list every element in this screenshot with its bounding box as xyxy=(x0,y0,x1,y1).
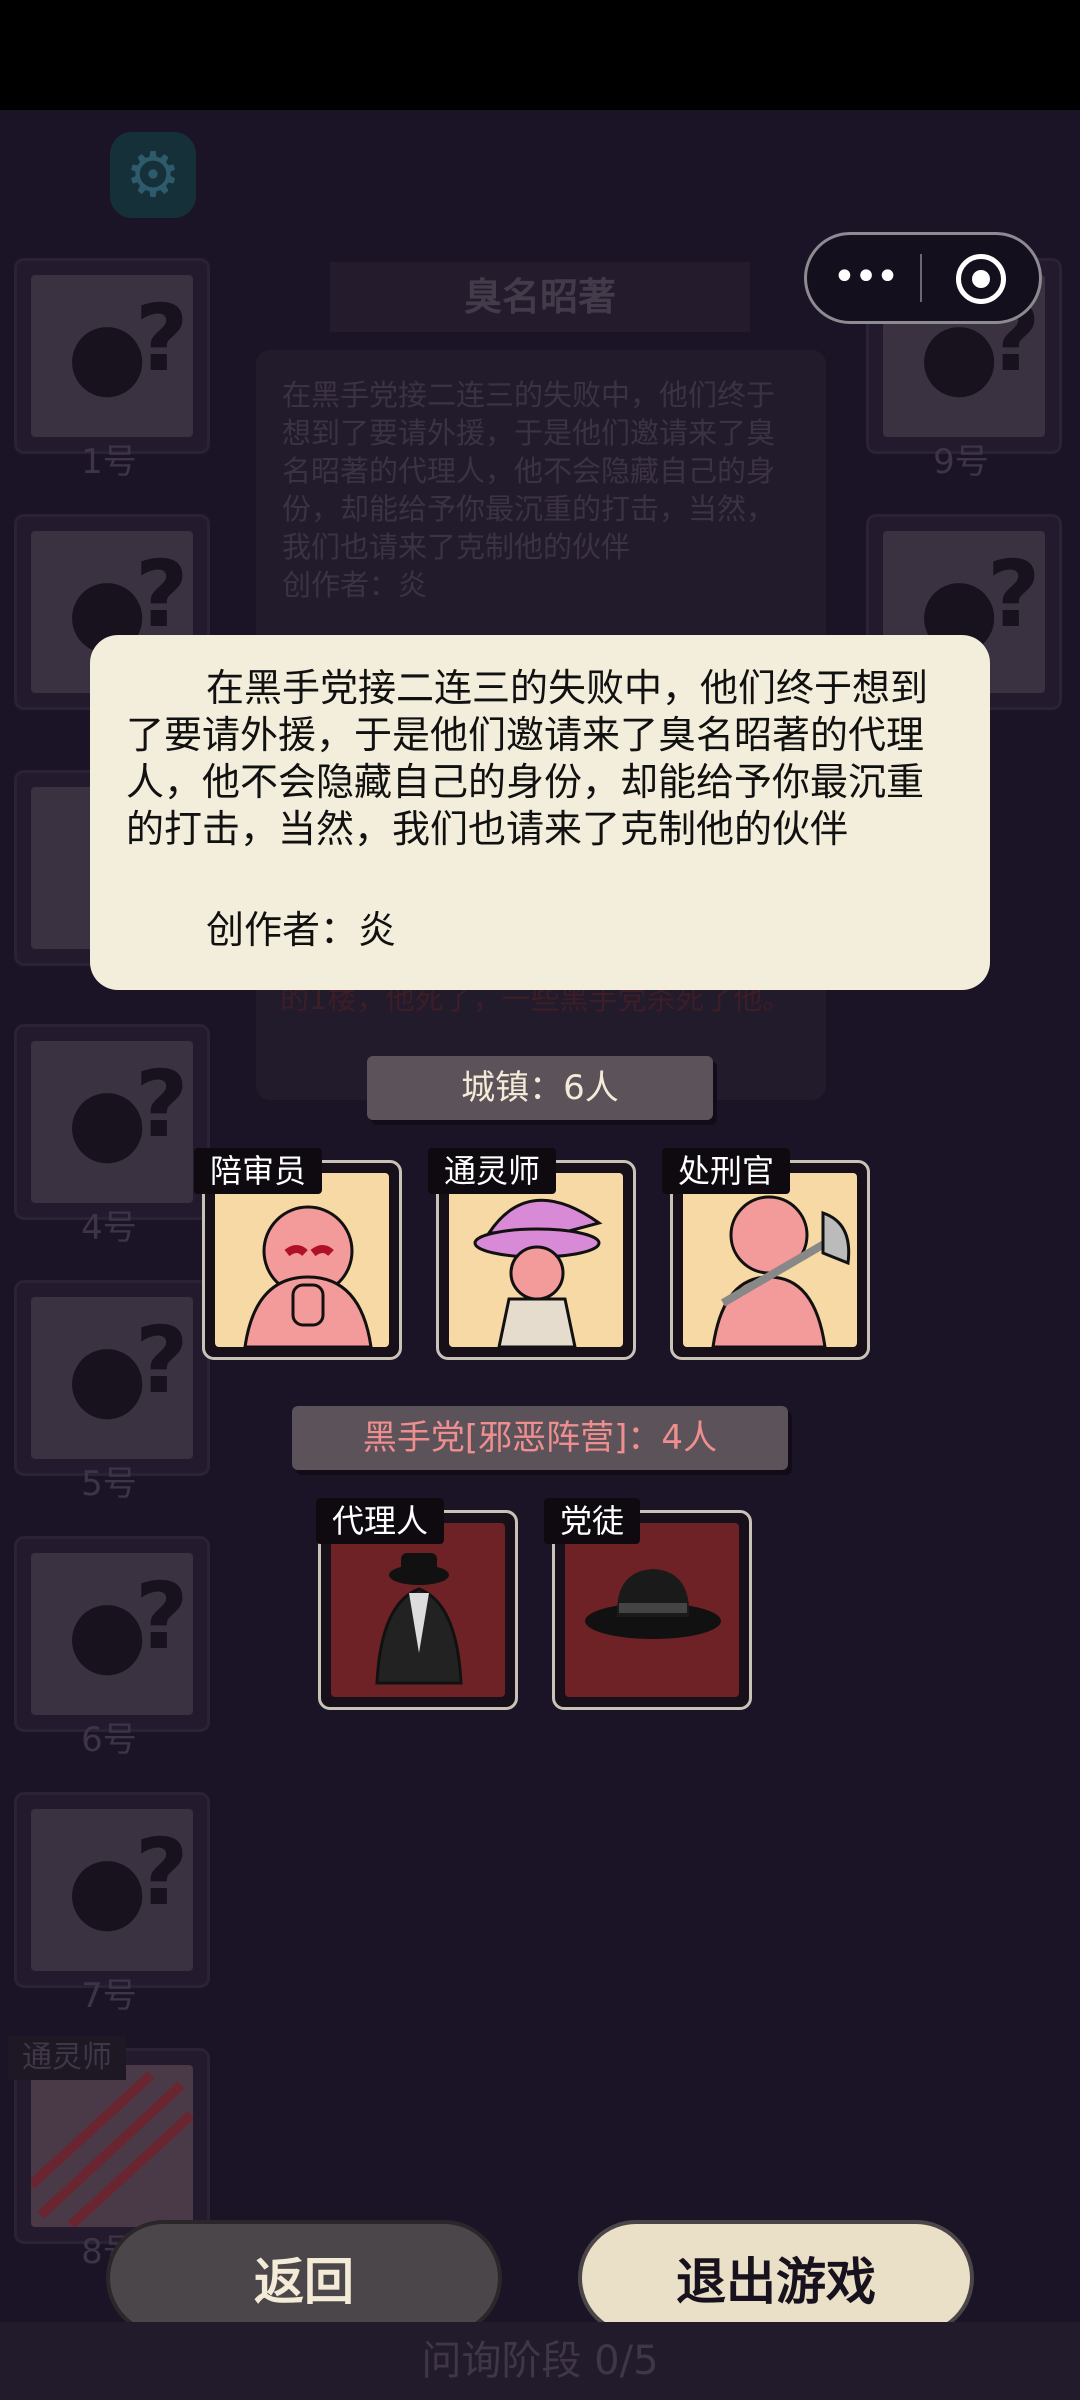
card-art xyxy=(565,1523,739,1697)
popup-story: 在黑手党接二连三的失败中，他们终于想到了要请外援，于是他们邀请来了臭名昭著的代理… xyxy=(126,666,929,851)
slot-avatar: ● ? xyxy=(31,1809,193,1971)
player-number: 1号 xyxy=(81,442,137,482)
card-art xyxy=(331,1523,505,1697)
slot-avatar: ● ? xyxy=(31,1041,193,1203)
player-number: 5号 xyxy=(81,1464,137,1504)
role-label: 陪审员 xyxy=(194,1148,323,1194)
exit-game-button[interactable]: 退出游戏 xyxy=(578,2220,974,2336)
role-label: 代理人 xyxy=(316,1498,445,1544)
town-header: 城镇：6人 xyxy=(367,1056,713,1120)
player-slot-5[interactable]: ● ? xyxy=(14,1280,210,1476)
card-art xyxy=(215,1173,389,1349)
agent-icon xyxy=(375,1553,463,1685)
player-slot-6[interactable]: ● ? xyxy=(14,1536,210,1732)
slot-avatar: ● ? xyxy=(31,1297,193,1459)
executioner-icon xyxy=(711,1195,851,1349)
fedora-icon xyxy=(585,1569,721,1639)
card-art xyxy=(449,1173,623,1349)
capsule-divider xyxy=(920,254,922,302)
popup-author: 创作者：炎 xyxy=(206,908,397,952)
slot-avatar: ● ? xyxy=(31,1553,193,1715)
juror-icon xyxy=(243,1205,373,1349)
role-label: 通灵师 xyxy=(428,1148,557,1194)
slot-avatar: ● ? xyxy=(31,275,193,437)
phase-indicator: 问询阶段 0/5 xyxy=(0,2322,1080,2400)
necromancer-portrait-icon xyxy=(27,2071,195,2229)
question-icon: ? xyxy=(135,1051,189,1158)
target-dot xyxy=(972,270,990,288)
card-art xyxy=(683,1173,857,1349)
player-slot-4[interactable]: ● ? xyxy=(14,1024,210,1220)
player-number: 9号 xyxy=(933,442,989,482)
role-label: 党徒 xyxy=(544,1498,641,1544)
player-slot-1[interactable]: ● ? xyxy=(14,258,210,454)
player-slot-7[interactable]: ● ? xyxy=(14,1792,210,1988)
scenario-author-dim: 创作者：炎 xyxy=(282,568,428,602)
question-icon: ? xyxy=(135,285,189,392)
question-icon: ? xyxy=(135,1307,189,1414)
gear-icon[interactable]: ⚙ xyxy=(110,132,196,218)
scenario-story-dim: 在黑手党接二连三的失败中，他们终于想到了要请外援，于是他们邀请来了臭名昭著的代理… xyxy=(282,378,776,564)
player-number: 4号 xyxy=(81,1208,137,1248)
more-dots-icon[interactable]: ••• xyxy=(826,254,904,300)
slot-avatar xyxy=(27,2065,195,2229)
question-icon: ? xyxy=(987,541,1041,648)
back-button[interactable]: 返回 xyxy=(106,2220,502,2336)
question-icon: ? xyxy=(135,1819,189,1926)
question-icon: ? xyxy=(135,1563,189,1670)
mafia-header: 黑手党[邪恶阵营]：4人 xyxy=(292,1406,788,1470)
status-bar xyxy=(0,0,1080,110)
player-number: 7号 xyxy=(81,1976,137,2016)
question-icon: ? xyxy=(135,541,189,648)
role-label: 处刑官 xyxy=(662,1148,791,1194)
player-number: 6号 xyxy=(81,1720,137,1760)
necromancer-icon xyxy=(473,1198,603,1349)
scenario-title: 臭名昭著 xyxy=(330,262,750,332)
player8-role-label: 通灵师 xyxy=(8,2036,126,2080)
